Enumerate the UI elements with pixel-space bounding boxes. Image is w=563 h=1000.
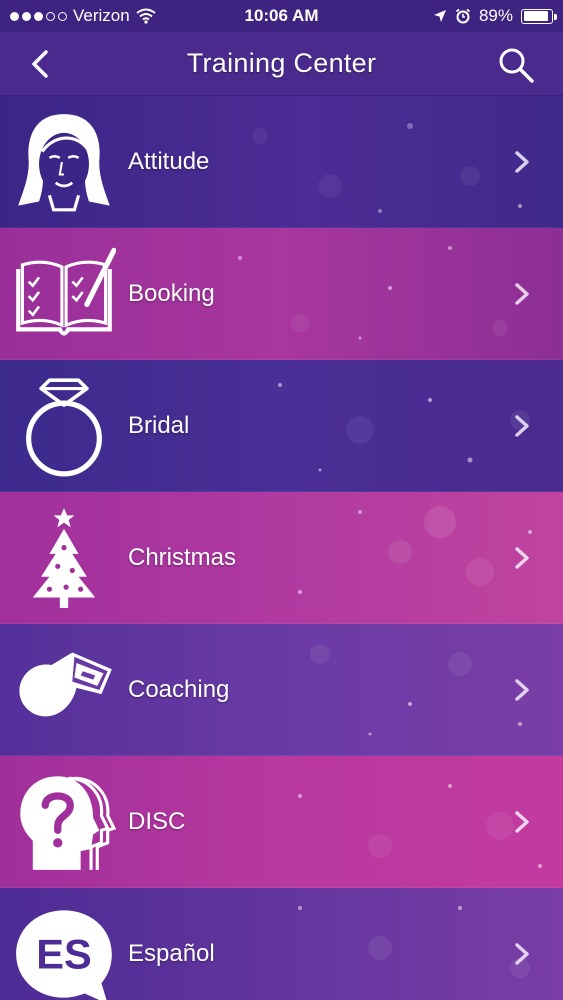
list-item-label: Booking: [128, 279, 215, 307]
svg-text:ES: ES: [36, 930, 92, 977]
battery-percent: 89%: [478, 6, 513, 25]
navigation-bar: Training Center: [0, 32, 563, 96]
carrier-name: Verizon: [73, 6, 130, 25]
battery-icon: [521, 8, 557, 24]
signal-strength-icon: [10, 11, 67, 21]
chevron-right-icon: [515, 546, 529, 569]
status-right: 89%: [433, 6, 557, 26]
wifi-icon: [136, 8, 156, 24]
whistle-icon: [0, 624, 128, 755]
woman-face-icon: [0, 96, 128, 227]
status-bar: Verizon 10:06 AM 89%: [0, 0, 563, 32]
chevron-right-icon: [515, 282, 529, 305]
status-left: Verizon: [10, 6, 156, 26]
open-book-checklist-icon: [0, 228, 128, 359]
list-item-label: Español: [128, 939, 215, 967]
list-item-label: Bridal: [128, 411, 190, 439]
list-item-bridal[interactable]: Bridal: [0, 360, 563, 492]
list-item-coaching[interactable]: Coaching: [0, 624, 563, 756]
list-item-disc[interactable]: DISC: [0, 756, 563, 888]
chevron-right-icon: [515, 678, 529, 701]
training-topic-list: Attitude Booking Bridal Christmas Coachi…: [0, 96, 563, 1000]
list-item-espanol[interactable]: ES Español: [0, 888, 563, 1000]
es-speech-bubble-icon: ES: [0, 888, 128, 1000]
christmas-tree-icon: [0, 492, 128, 623]
list-item-label: Attitude: [128, 147, 210, 175]
diamond-ring-icon: [0, 360, 128, 491]
list-item-label: Coaching: [128, 675, 230, 703]
search-icon[interactable]: [497, 46, 535, 84]
list-item-label: Christmas: [128, 543, 237, 571]
chevron-right-icon: [515, 942, 529, 965]
list-item-attitude[interactable]: Attitude: [0, 96, 563, 228]
chevron-right-icon: [515, 150, 529, 173]
page-title: Training Center: [186, 48, 377, 78]
list-item-booking[interactable]: Booking: [0, 228, 563, 360]
list-item-label: DISC: [128, 807, 186, 835]
location-arrow-icon: [433, 10, 446, 22]
chevron-right-icon: [515, 414, 529, 437]
chevron-left-icon[interactable]: [24, 46, 60, 82]
head-question-icon: [0, 756, 128, 887]
chevron-right-icon: [515, 810, 529, 833]
alarm-clock-icon: [455, 8, 471, 24]
list-item-christmas[interactable]: Christmas: [0, 492, 563, 624]
